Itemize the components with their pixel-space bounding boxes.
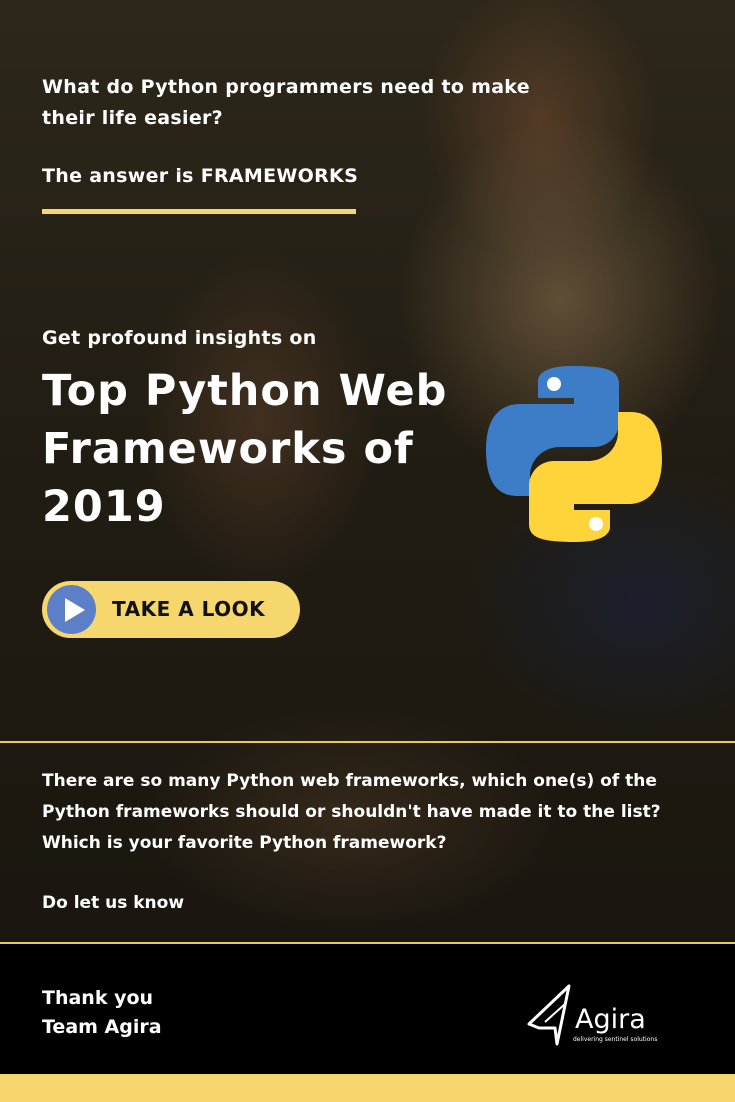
- answer-underline: [42, 209, 356, 214]
- signoff: Thank you Team Agira: [42, 984, 162, 1042]
- python-logo-icon: [486, 366, 662, 542]
- play-icon: [47, 585, 96, 634]
- closing-question: There are so many Python web frameworks,…: [42, 766, 702, 859]
- brand-name: Agira: [575, 1004, 646, 1035]
- question-line-2: Which is your favorite Python framework?: [42, 833, 447, 853]
- page-title: Top Python Web Frameworks of 2019: [42, 366, 448, 532]
- bottom-accent-strip: [0, 1074, 735, 1102]
- team-text: Team Agira: [42, 1016, 162, 1038]
- answer-text: The answer is FRAMEWORKS: [42, 165, 359, 187]
- section-divider: [0, 741, 735, 743]
- intro-question: What do Python programmers need to make …: [42, 76, 530, 129]
- brand-tagline: delivering sentinel solutions: [573, 1036, 658, 1043]
- insights-kicker: Get profound insights on: [42, 327, 317, 349]
- agira-logo: Agira delivering sentinel solutions: [525, 984, 675, 1048]
- thank-you-text: Thank you: [42, 987, 154, 1009]
- take-a-look-label: TAKE A LOOK: [112, 597, 266, 621]
- take-a-look-button[interactable]: TAKE A LOOK: [42, 581, 300, 638]
- question-line-1: There are so many Python web frameworks,…: [42, 771, 661, 822]
- follow-up-text: Do let us know: [42, 893, 185, 913]
